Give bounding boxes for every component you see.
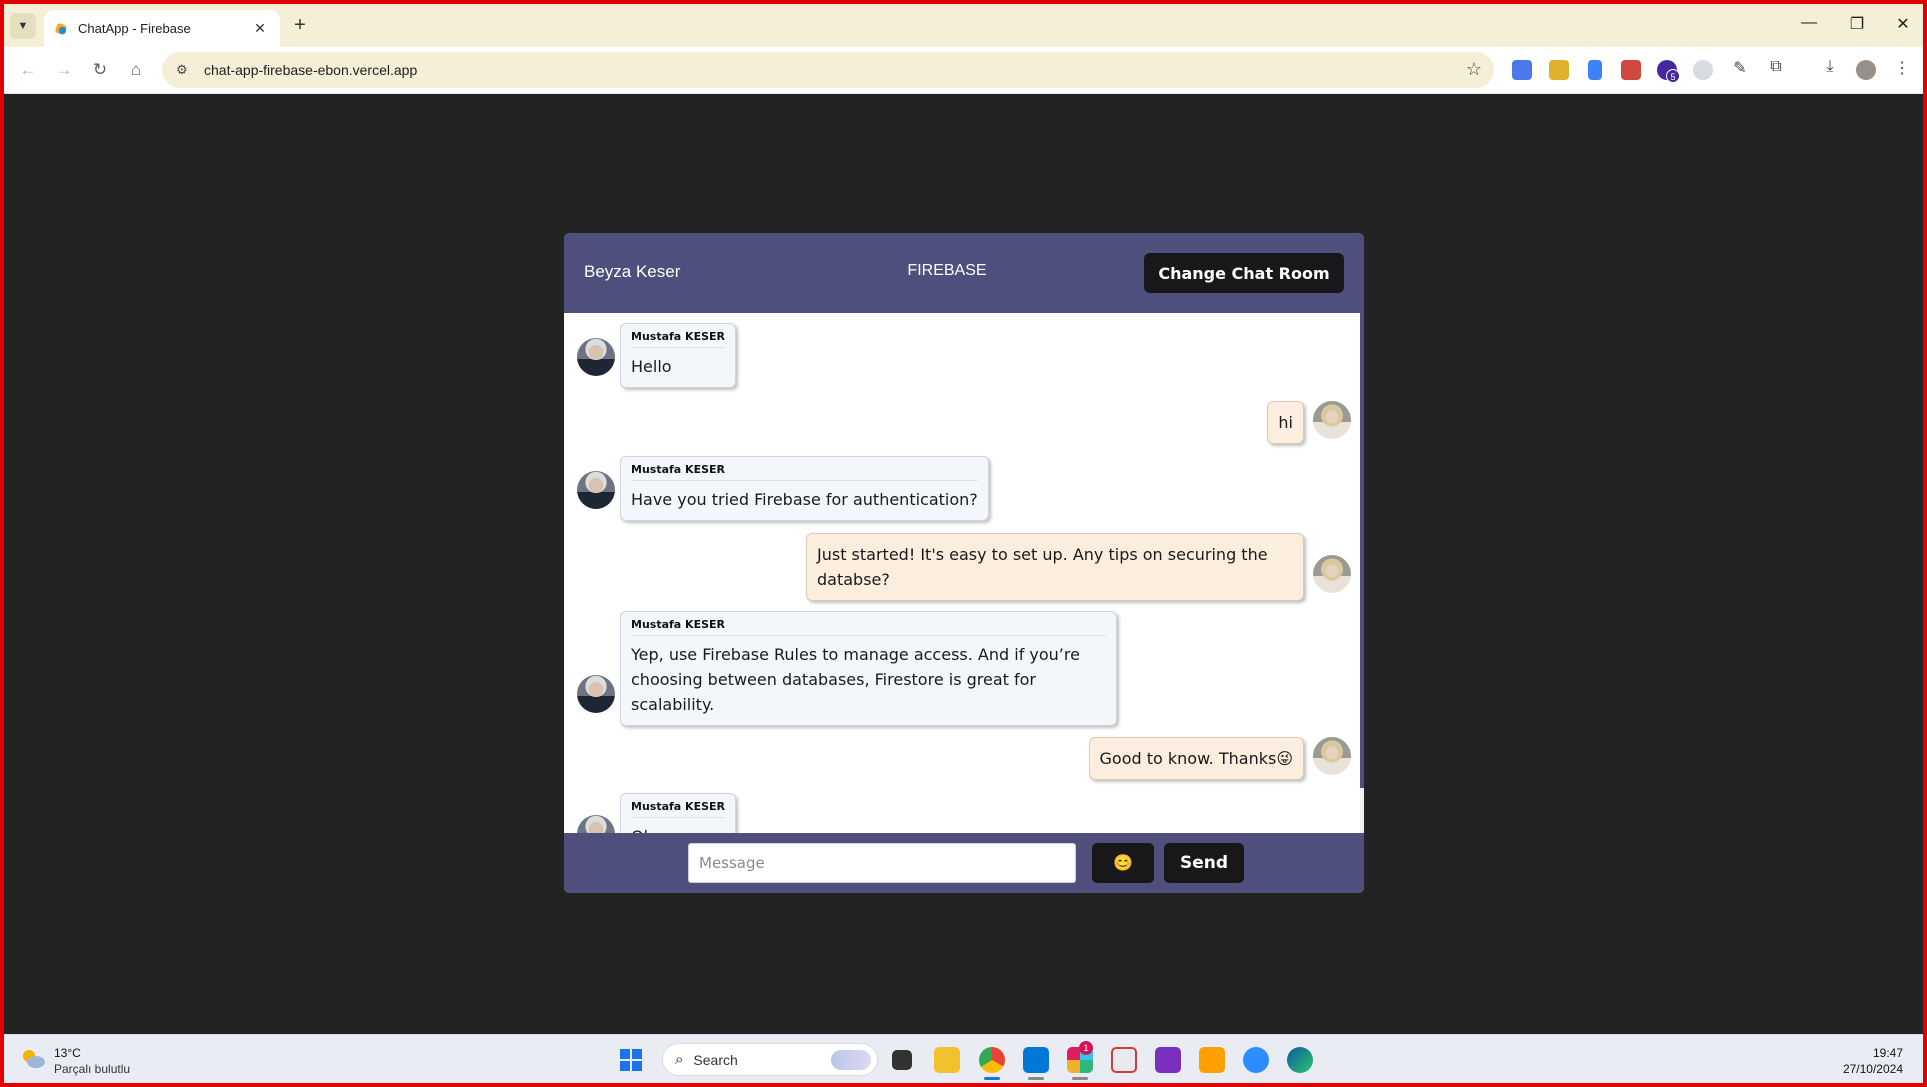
user-avatar: [1313, 737, 1351, 775]
back-icon[interactable]: ←: [16, 59, 40, 83]
message-text: Hello: [631, 357, 672, 376]
vscode-running-indicator: [1028, 1077, 1044, 1080]
taskbar-search-label: Search: [693, 1051, 738, 1068]
restore-icon[interactable]: ❐: [1842, 14, 1872, 34]
tab-title: ChatApp - Firebase: [78, 21, 191, 36]
browser-toolbar: ← → ↻ ⌂ ⚙ chat-app-firebase-ebon.vercel.…: [4, 47, 1923, 94]
forward-icon[interactable]: →: [52, 59, 76, 83]
file-explorer-icon[interactable]: [934, 1047, 960, 1073]
incoming-message: Mustafa KESER Hello: [620, 323, 736, 388]
bootstrap-icon[interactable]: [1155, 1047, 1181, 1073]
message-composer: 😊 Send: [564, 833, 1364, 893]
message-text: Good to know. Thanks😜: [1099, 749, 1294, 768]
message-text: Ok: [631, 824, 725, 833]
change-chat-room-button[interactable]: Change Chat Room: [1144, 253, 1344, 293]
incoming-message: Mustafa KESER Yep, use Firebase Rules to…: [620, 611, 1117, 726]
extensions-puzzle-icon[interactable]: ⧉: [1764, 58, 1788, 76]
message-text: Just started! It's easy to set up. Any t…: [817, 545, 1268, 589]
new-tab-button[interactable]: +: [288, 14, 312, 38]
taskbar-search[interactable]: ⌕ Search: [662, 1043, 878, 1076]
chevron-down-icon: ▼: [17, 20, 29, 32]
clock-time[interactable]: 19:47: [1873, 1046, 1903, 1060]
menu-kebab-icon[interactable]: ⋮: [1890, 58, 1914, 78]
browser-tab[interactable]: ChatApp - Firebase ✕: [44, 10, 280, 47]
close-window-icon[interactable]: ✕: [1888, 14, 1918, 34]
sender-avatar: [577, 815, 615, 833]
outgoing-message: hi: [1267, 401, 1304, 444]
scrollbar-thumb[interactable]: [1360, 313, 1364, 788]
wallet-extension-icon[interactable]: [1549, 60, 1569, 80]
slack-running-indicator: [1072, 1077, 1088, 1080]
message-sender: Mustafa KESER: [631, 618, 1106, 636]
chrome-icon[interactable]: [979, 1047, 1005, 1073]
search-highlight-image: [831, 1050, 871, 1070]
message-sender: Mustafa KESER: [631, 800, 725, 818]
timer-extension-icon[interactable]: [1693, 60, 1713, 80]
send-button[interactable]: Send: [1164, 843, 1244, 883]
slack-icon[interactable]: 1: [1067, 1041, 1093, 1073]
incoming-message: Mustafa KESER Ok: [620, 793, 736, 833]
task-view-icon[interactable]: [892, 1050, 912, 1070]
smiley-icon: 😊: [1113, 855, 1133, 872]
extension-badge: 5: [1666, 69, 1680, 83]
message-list[interactable]: Mustafa KESER Hello hi Mustafa KESER Hav…: [564, 313, 1364, 833]
tab-strip: ▼ ChatApp - Firebase ✕ + — ❐ ✕: [4, 4, 1923, 47]
clock-date[interactable]: 27/10/2024: [1843, 1062, 1903, 1076]
message-sender: Mustafa KESER: [631, 463, 978, 481]
firebase-icon[interactable]: [1199, 1047, 1225, 1073]
message-text: Have you tried Firebase for authenticati…: [631, 490, 978, 509]
reload-icon[interactable]: ↻: [88, 59, 112, 83]
incoming-message: Mustafa KESER Have you tried Firebase fo…: [620, 456, 989, 521]
eyedropper-icon[interactable]: ✎: [1728, 58, 1752, 78]
tab-search-button[interactable]: ▼: [10, 13, 36, 39]
sender-avatar: [577, 338, 615, 376]
user-avatar: [1313, 401, 1351, 439]
outgoing-message: Just started! It's easy to set up. Any t…: [806, 533, 1304, 601]
ai-extension-icon[interactable]: 5: [1657, 60, 1680, 83]
emoji-button[interactable]: 😊: [1092, 843, 1154, 883]
firebase-favicon-icon: [54, 22, 68, 36]
calendar-extension-icon[interactable]: [1621, 60, 1641, 80]
download-icon[interactable]: ⤓: [1818, 58, 1842, 76]
edge-icon[interactable]: [1287, 1047, 1313, 1073]
windows-taskbar: 13°C Parçalı bulutlu ⌕ Search 1 19:47 27…: [4, 1034, 1923, 1083]
chat-header: Beyza Keser FIREBASE Change Chat Room: [564, 233, 1364, 313]
document-extension-icon[interactable]: [1588, 60, 1602, 80]
message-text: hi: [1278, 413, 1293, 432]
message-input[interactable]: [688, 843, 1076, 883]
message-sender: Mustafa KESER: [631, 330, 725, 348]
address-bar[interactable]: ⚙ chat-app-firebase-ebon.vercel.app ☆: [162, 52, 1494, 88]
minimize-icon[interactable]: —: [1794, 14, 1824, 32]
site-settings-icon[interactable]: ⚙: [176, 62, 196, 78]
sender-avatar: [577, 471, 615, 509]
translate-extension-icon[interactable]: [1512, 60, 1532, 80]
message-text: Yep, use Firebase Rules to manage access…: [631, 645, 1080, 714]
snipping-tool-icon[interactable]: [1111, 1047, 1137, 1073]
zoom-icon[interactable]: [1243, 1047, 1269, 1073]
windows-start-icon[interactable]: [620, 1049, 642, 1071]
scrollbar-track[interactable]: [1360, 313, 1364, 833]
home-icon[interactable]: ⌂: [124, 59, 148, 83]
weather-icon[interactable]: [20, 1047, 46, 1069]
sender-avatar: [577, 675, 615, 713]
bookmark-star-icon[interactable]: ☆: [1466, 59, 1482, 80]
room-name: FIREBASE: [907, 262, 987, 279]
weather-temperature: 13°C: [54, 1046, 81, 1060]
outgoing-message: Good to know. Thanks😜: [1088, 737, 1304, 780]
search-icon: ⌕: [675, 1051, 684, 1068]
browser-window: ▼ ChatApp - Firebase ✕ + — ❐ ✕ ← → ↻ ⌂ ⚙…: [4, 4, 1923, 1083]
vscode-icon[interactable]: [1023, 1047, 1049, 1073]
weather-description: Parçalı bulutlu: [54, 1062, 131, 1076]
url-text: chat-app-firebase-ebon.vercel.app: [204, 62, 418, 78]
user-avatar: [1313, 555, 1351, 593]
close-tab-icon[interactable]: ✕: [250, 20, 270, 37]
slack-notification-badge: 1: [1079, 1041, 1093, 1055]
profile-avatar-icon[interactable]: [1856, 60, 1876, 80]
chat-card: Beyza Keser FIREBASE Change Chat Room Mu…: [564, 233, 1364, 893]
chrome-active-indicator: [984, 1077, 1000, 1080]
current-user-name: Beyza Keser: [584, 262, 681, 281]
